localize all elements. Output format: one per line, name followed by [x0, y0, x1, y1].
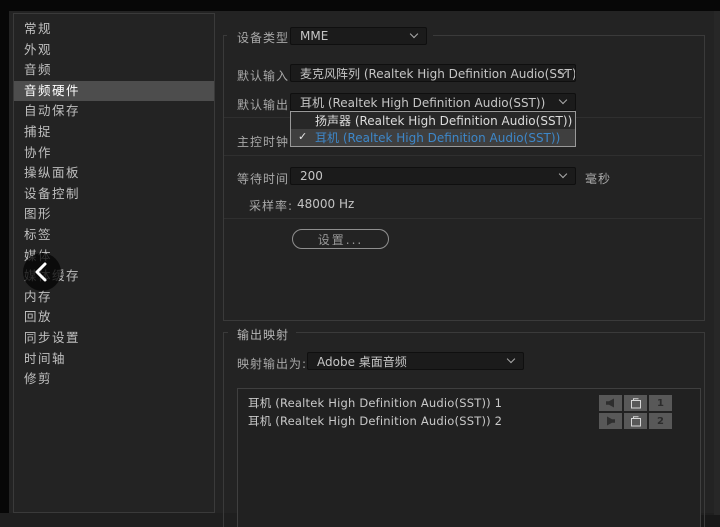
sidebar-item-4[interactable]: 自动保存 — [14, 101, 214, 122]
latency-unit-label: 毫秒 — [585, 172, 612, 186]
window-top-edge — [0, 0, 720, 11]
chevron-down-icon — [560, 97, 567, 104]
chevron-down-icon — [508, 356, 515, 363]
channel-number-tile[interactable]: 1 — [649, 395, 672, 411]
sidebar-item-0[interactable]: 常规 — [14, 19, 214, 40]
sidebar-item-9[interactable]: 图形 — [14, 204, 214, 225]
device-type-dropdown[interactable]: MME — [290, 27, 427, 45]
default-input-value: 麦克风阵列 (Realtek High Definition Audio(SST… — [300, 66, 576, 81]
settings-button[interactable]: 设置... — [292, 229, 389, 249]
output-mapping-title: 输出映射 — [237, 328, 290, 342]
sample-rate-value: 48000 Hz — [297, 197, 355, 211]
map-output-label: 映射输出为: — [237, 357, 308, 371]
sample-rate-label: 采样率: — [249, 199, 294, 213]
sidebar-item-6[interactable]: 协作 — [14, 143, 214, 164]
window-right-edge — [714, 11, 720, 527]
speaker-icon[interactable] — [599, 413, 622, 429]
clipboard-icon[interactable] — [624, 395, 647, 411]
checkmark-icon: ✓ — [298, 130, 308, 143]
sidebar-item-8[interactable]: 设备控制 — [14, 184, 214, 205]
device-type-value: MME — [300, 29, 329, 43]
menu-option-1[interactable]: ✓ 耳机 (Realtek High Definition Audio(SST)) — [291, 129, 575, 146]
preferences-dialog: 常规外观音频音频硬件自动保存捕捉协作操纵面板设备控制图形标签媒体媒体缓存内存回放… — [0, 0, 720, 527]
default-input-dropdown[interactable]: 麦克风阵列 (Realtek High Definition Audio(SST… — [290, 64, 576, 82]
back-chevron-icon — [35, 262, 47, 282]
speaker-icon[interactable] — [599, 395, 622, 411]
mapping-list: 耳机 (Realtek High Definition Audio(SST)) … — [237, 388, 701, 527]
menu-option-0[interactable]: 扬声器 (Realtek High Definition Audio(SST)) — [291, 112, 575, 129]
window-left-edge — [0, 0, 9, 513]
chevron-down-icon — [560, 171, 567, 178]
sidebar-item-2[interactable]: 音频 — [14, 60, 214, 81]
sidebar-item-1[interactable]: 外观 — [14, 40, 214, 61]
mapping-row-0: 耳机 (Realtek High Definition Audio(SST)) … — [238, 394, 700, 412]
sidebar-item-16[interactable]: 时间轴 — [14, 349, 214, 370]
chevron-down-icon — [560, 68, 567, 75]
master-clock-label: 主控时钟: — [237, 135, 295, 149]
latency-dropdown[interactable]: 200 — [290, 167, 576, 185]
sidebar-item-7[interactable]: 操纵面板 — [14, 163, 214, 184]
sidebar-list: 常规外观音频音频硬件自动保存捕捉协作操纵面板设备控制图形标签媒体媒体缓存内存回放… — [14, 19, 214, 390]
chevron-down-icon — [411, 31, 418, 38]
output-dropdown-menu: 扬声器 (Realtek High Definition Audio(SST))… — [290, 111, 576, 147]
default-output-dropdown[interactable]: 耳机 (Realtek High Definition Audio(SST)) — [290, 93, 576, 111]
mouse-cursor-overlay — [23, 253, 61, 291]
divider — [224, 155, 702, 156]
default-output-value: 耳机 (Realtek High Definition Audio(SST)) — [300, 95, 546, 110]
sidebar-item-14[interactable]: 回放 — [14, 307, 214, 328]
clipboard-icon[interactable] — [624, 413, 647, 429]
device-type-label: 设备类型: — [237, 31, 295, 45]
mapping-row-label: 耳机 (Realtek High Definition Audio(SST)) … — [248, 396, 503, 410]
sidebar-item-15[interactable]: 同步设置 — [14, 328, 214, 349]
menu-option-label: 扬声器 (Realtek High Definition Audio(SST)) — [315, 114, 573, 128]
channel-number-tile[interactable]: 2 — [649, 413, 672, 429]
sidebar-item-5[interactable]: 捕捉 — [14, 122, 214, 143]
mapping-row-1: 耳机 (Realtek High Definition Audio(SST)) … — [238, 412, 700, 430]
latency-label: 等待时间: — [237, 172, 295, 186]
default-output-label: 默认输出: — [237, 98, 295, 112]
latency-value: 200 — [300, 169, 323, 183]
sidebar-item-10[interactable]: 标签 — [14, 225, 214, 246]
mapping-row-label: 耳机 (Realtek High Definition Audio(SST)) … — [248, 414, 503, 428]
map-output-dropdown[interactable]: Adobe 桌面音频 — [307, 352, 524, 370]
sidebar-item-3[interactable]: 音频硬件 — [14, 80, 214, 102]
menu-option-label: 耳机 (Realtek High Definition Audio(SST)) — [315, 131, 561, 145]
map-output-value: Adobe 桌面音频 — [317, 354, 407, 369]
divider — [224, 218, 702, 219]
default-input-label: 默认输入: — [237, 69, 295, 83]
sidebar-item-17[interactable]: 修剪 — [14, 369, 214, 390]
